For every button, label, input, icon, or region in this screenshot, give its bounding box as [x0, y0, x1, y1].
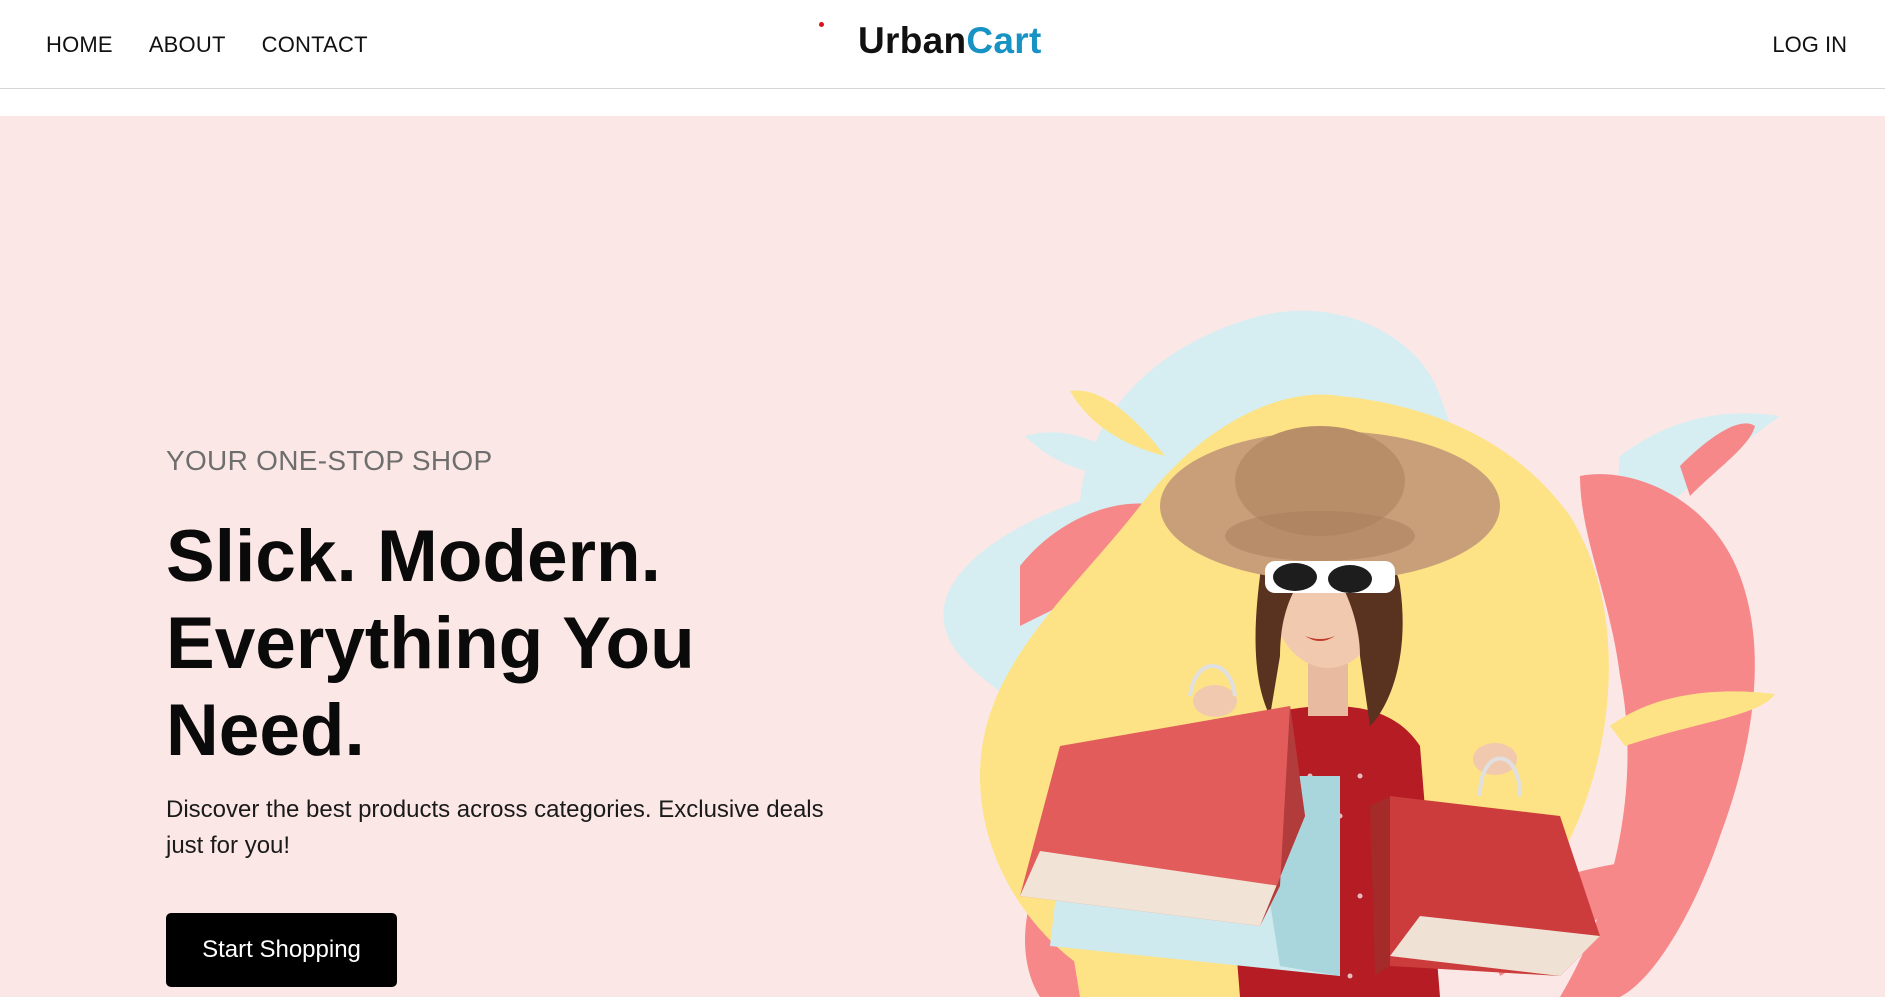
headline-line-3: Need.: [166, 690, 365, 771]
hero-subtext: Discover the best products across catego…: [166, 796, 824, 859]
headline-line-2: Everything You: [166, 603, 695, 684]
login-link[interactable]: LOG IN: [1772, 0, 1847, 89]
brand-name-part2: Cart: [966, 20, 1042, 61]
hero-section: YOUR ONE-STOP SHOP Slick. Modern. Everyt…: [0, 116, 1885, 997]
top-navbar: HOME ABOUT CONTACT UrbanCart LOG IN: [0, 0, 1885, 89]
straw-hat-shadow: [1225, 511, 1415, 561]
nav-link-home[interactable]: HOME: [46, 32, 113, 58]
brand-logo[interactable]: UrbanCart: [858, 20, 1042, 62]
nav-link-contact[interactable]: CONTACT: [262, 32, 368, 58]
brand-name-part1: Urban: [858, 20, 967, 61]
hero-headline: Slick. Modern. Everything You Need.: [166, 513, 806, 774]
sunglasses-lens-right: [1328, 565, 1372, 593]
start-shopping-button[interactable]: Start Shopping: [166, 913, 397, 987]
red-dot-marker: [819, 22, 824, 27]
hero-illustration: [943, 310, 1780, 997]
nav-link-about[interactable]: ABOUT: [149, 32, 226, 58]
sunglasses-lens-left: [1273, 563, 1317, 591]
hero-eyebrow: YOUR ONE-STOP SHOP: [166, 445, 493, 476]
woman-hand-left: [1193, 685, 1237, 717]
headline-line-1: Slick. Modern.: [166, 516, 661, 597]
main-nav: HOME ABOUT CONTACT: [46, 0, 404, 89]
